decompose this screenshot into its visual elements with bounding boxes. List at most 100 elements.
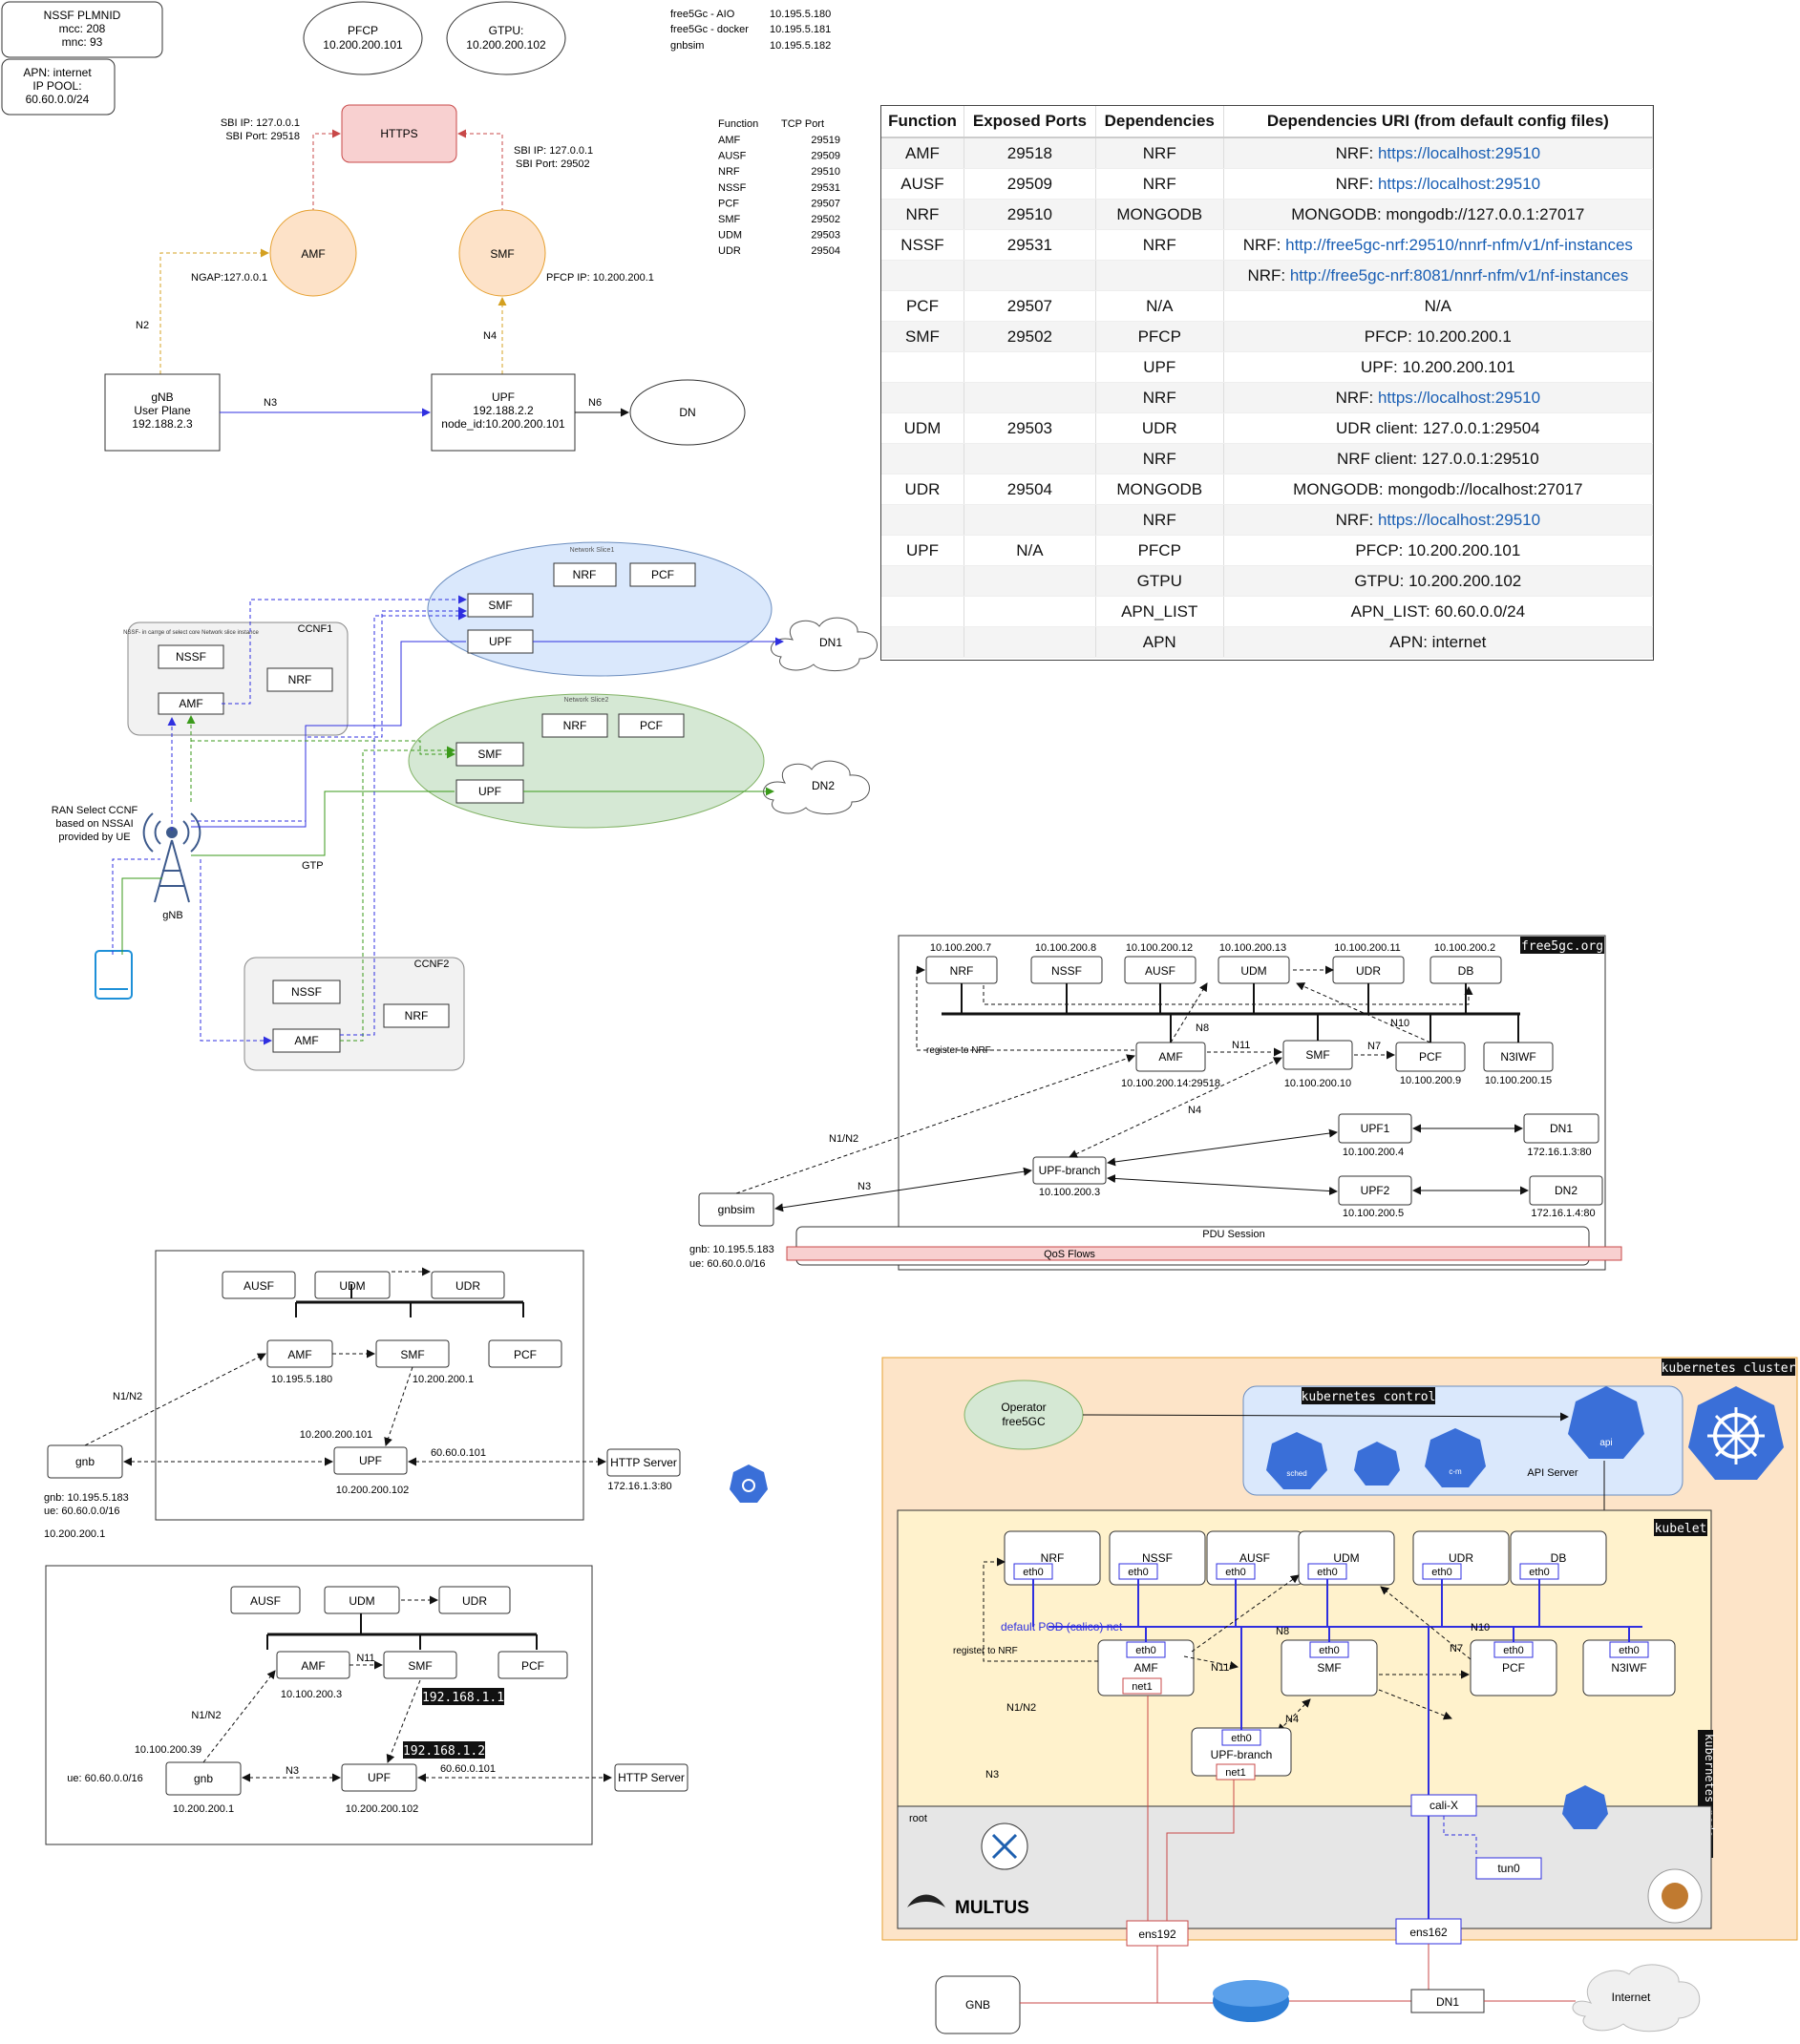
lab2-tag1-label: 192.168.1.1 [422, 1691, 504, 1705]
k8s-root-label: root [909, 1813, 927, 1824]
uri-link[interactable]: http://free5gc-nrf:8081/nnrf-nfm/v1/nf-i… [1290, 266, 1628, 284]
k8s-eth0: eth0 [1431, 1567, 1451, 1578]
table-cell-uri: UPF: 10.200.200.101 [1223, 351, 1653, 383]
table-cell-port: 29503 [964, 412, 1096, 444]
k8s-ens162-label: ens162 [1409, 1926, 1448, 1939]
table-cell-uri: NRF: http://free5gc-nrf:8081/nnrf-nfm/v1… [1223, 260, 1653, 291]
k8s-net1: net1 [1225, 1767, 1245, 1779]
ccnf2-label: CCNF2 [414, 959, 450, 970]
k8s-eth0: eth0 [1317, 1567, 1337, 1578]
table-cell-dep: NRF [1095, 229, 1224, 261]
slice1-upf-label: UPF [489, 635, 512, 648]
table-cell-uri: NRF: https://localhost:29510 [1223, 137, 1653, 169]
lab1-link-ip: 60.60.0.101 [431, 1447, 486, 1459]
topo-top-ip: 10.100.200.2 [1434, 942, 1495, 954]
k8s-n3iwf-label: N3IWF [1611, 1661, 1646, 1675]
topo-nf-4-label: UDR [1356, 964, 1381, 978]
table-cell-uri: GTPU: 10.200.200.102 [1223, 565, 1653, 597]
topo-n7-label: N7 [1367, 1041, 1381, 1052]
dependencies-table-grid: Function Exposed Ports Dependencies Depende… [881, 106, 1653, 658]
table-row: APN APN: internet [881, 626, 1653, 658]
k8s-operator-line: free5GC [1002, 1415, 1046, 1428]
k8s-n1n2: N1/N2 [1006, 1702, 1036, 1714]
k8s-cluster-badge-label: kubernetes cluster [1662, 1361, 1796, 1376]
table-cell-dep: NRF [1095, 168, 1224, 200]
port-number: 29503 [811, 230, 840, 242]
port-number: 29531 [811, 182, 840, 194]
table-header-cell: Dependencies URI (from default config fi… [1223, 106, 1653, 138]
lab1-pcf-label: PCF [514, 1348, 537, 1361]
table-row: NRF NRF client: 127.0.0.1:29510 [881, 443, 1653, 474]
nssf-mnc: mnc: 93 [62, 35, 103, 49]
lab1-smf-label: SMF [400, 1348, 424, 1361]
uri-link[interactable]: https://localhost:29510 [1378, 175, 1540, 193]
port-number: 29504 [811, 245, 840, 257]
topo-smf-ip: 10.100.200.10 [1284, 1078, 1351, 1089]
lab2-link-ip: 60.60.0.101 [440, 1763, 496, 1775]
slice2-upf-label: UPF [478, 785, 501, 798]
ue-to-gnb [121, 877, 162, 955]
k8s-dn1-label: DN1 [1436, 1995, 1459, 2009]
port-number: 29510 [811, 166, 840, 178]
topo-nf-0-label: NRF [950, 964, 974, 978]
uri-label: NRF: [1335, 388, 1378, 407]
slice1-smf-label: SMF [488, 599, 512, 612]
table-row: UPF UPF: 10.200.200.101 [881, 351, 1653, 383]
n3-label: N3 [264, 397, 277, 409]
uri-label: UPF: 10.200.200.101 [1361, 357, 1515, 376]
lab2-n1n2: N1/N2 [191, 1710, 221, 1721]
pfcp-ip-label: PFCP IP: 10.200.200.1 [546, 272, 654, 284]
topology-frame [898, 935, 1606, 1271]
upf-ip: 192.188.2.2 [473, 404, 534, 417]
lab1-http-ip: 172.16.1.3:80 [607, 1481, 671, 1492]
topo-n3iwf-label: N3IWF [1500, 1050, 1535, 1064]
k8s-pod-1-label: NSSF [1142, 1551, 1173, 1565]
uri-link[interactable]: https://localhost:29510 [1378, 389, 1540, 407]
ccnf2-nssf-label: NSSF [291, 985, 322, 999]
n2-label: N2 [136, 320, 149, 331]
lab1-http-label: HTTP Server [610, 1456, 677, 1469]
table-cell-port [964, 351, 1096, 383]
lab2-gnb-label: gnb [194, 1772, 213, 1785]
smf-sbi-port: SBI Port: 29502 [516, 158, 590, 170]
table-header-cell: Dependencies [1095, 106, 1224, 138]
k8s-pod-0-label: NRF [1041, 1551, 1065, 1565]
diagram-canvas: NSSF PLMNID mcc: 208 mnc: 93 APN: intern… [0, 0, 1800, 2044]
ccnf2-amf-label: AMF [294, 1034, 318, 1047]
table-cell-dep: UPF [1095, 351, 1224, 383]
ran-select-line: provided by UE [58, 832, 130, 843]
lab1-gnb-line: ue: 60.60.0.0/16 [44, 1506, 120, 1517]
lab2-amf-label: AMF [301, 1659, 325, 1673]
table-cell-uri: NRF: https://localhost:29510 [1223, 504, 1653, 536]
table-row: PCF 29507 N/A N/A [881, 290, 1653, 322]
gnb-ip: 192.188.2.3 [132, 417, 193, 431]
uri-label: UDR client: 127.0.0.1:29504 [1336, 418, 1540, 437]
table-cell-dep: MONGODB [1095, 199, 1224, 230]
smf-https-link [457, 129, 503, 212]
topo-pcf-ip: 10.100.200.9 [1400, 1075, 1461, 1086]
lab2-smf-label: SMF [408, 1659, 432, 1673]
topo-amf-label: AMF [1158, 1050, 1182, 1064]
uri-link[interactable]: https://localhost:29510 [1378, 144, 1540, 162]
table-cell-dep [1095, 260, 1224, 291]
section-6-kubernetes: kubernetes cluster kubernetes control Op… [881, 1357, 1798, 2034]
table-cell-fn: AMF [881, 137, 964, 169]
uri-label: NRF: [1247, 265, 1290, 284]
port-number: 29502 [811, 214, 840, 225]
table-row: GTPU GTPU: 10.200.200.102 [881, 565, 1653, 597]
uri-link[interactable]: http://free5gc-nrf:29510/nnrf-nfm/v1/nf-… [1285, 236, 1633, 254]
topo-n11-label: N11 [1232, 1040, 1250, 1051]
topo-dn2-label: DN2 [1555, 1184, 1578, 1197]
topo-nf-5-label: DB [1458, 964, 1474, 978]
table-cell-uri: N/A [1223, 290, 1653, 322]
uri-label: NRF: [1335, 174, 1378, 193]
table-cell-uri: UDR client: 127.0.0.1:29504 [1223, 412, 1653, 444]
ccnf1-label: CCNF1 [298, 623, 333, 635]
uri-link[interactable]: https://localhost:29510 [1378, 511, 1540, 529]
slice2-nrf-label: NRF [563, 719, 587, 732]
table-cell-fn: AUSF [881, 168, 964, 200]
table-cell-port: 29504 [964, 474, 1096, 505]
table-cell-dep: NRF [1095, 504, 1224, 536]
ue-to-gnb-control [112, 858, 160, 955]
amf-sbi-ip: SBI IP: 127.0.0.1 [221, 117, 300, 129]
